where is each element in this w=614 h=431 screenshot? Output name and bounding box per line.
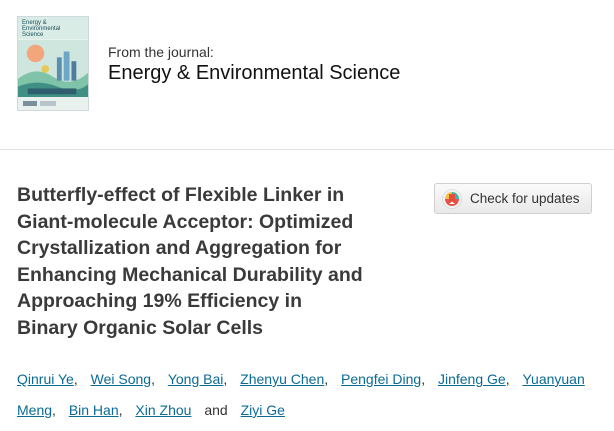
author-separator: , bbox=[324, 371, 329, 387]
author-separator: , bbox=[421, 371, 426, 387]
author-link[interactable]: Xin Zhou bbox=[135, 402, 191, 418]
check-for-updates-button[interactable]: Check for updates bbox=[434, 183, 592, 214]
cover-artwork bbox=[18, 39, 88, 99]
author-separator: , bbox=[505, 371, 510, 387]
author-link[interactable]: Wei Song bbox=[91, 371, 151, 387]
cover-title: Energy & Environmental Science bbox=[22, 20, 61, 38]
cover-footer bbox=[18, 97, 88, 110]
crossmark-icon bbox=[442, 189, 462, 209]
rsc-logo bbox=[23, 101, 37, 106]
title-line: Butterfly-effect of Flexible Linker in bbox=[17, 184, 345, 206]
title-line: Binary Organic Solar Cells bbox=[17, 316, 264, 339]
author-conjunction: and bbox=[204, 402, 228, 418]
author-link[interactable]: Yong Bai bbox=[168, 371, 224, 387]
author-link[interactable]: Bin Han bbox=[69, 402, 119, 418]
from-journal-label: From the journal: bbox=[108, 44, 214, 60]
author-list: Qinrui Ye, Wei Song, Yong Bai, Zhenyu Ch… bbox=[17, 364, 607, 426]
author-link[interactable]: Zhenyu Chen bbox=[240, 371, 324, 387]
author-link-second-part[interactable]: Meng bbox=[17, 402, 52, 418]
author-separator: , bbox=[52, 402, 56, 418]
publisher-logo bbox=[40, 101, 56, 106]
check-for-updates-label: Check for updates bbox=[470, 191, 580, 206]
journal-name-link[interactable]: Energy & Environmental Science bbox=[108, 62, 400, 85]
author-separator: , bbox=[223, 371, 228, 387]
author-link[interactable]: Ziyi Ge bbox=[241, 402, 285, 418]
author-link[interactable]: Pengfei Ding bbox=[341, 371, 421, 387]
author-separator: , bbox=[73, 371, 78, 387]
title-line: Approaching 19% Efficiency in bbox=[17, 290, 302, 312]
header-divider bbox=[0, 149, 614, 150]
journal-header: Energy & Environmental Science From the … bbox=[0, 0, 614, 148]
title-line: Giant-molecule Acceptor: Optimized bbox=[17, 210, 354, 233]
author-link[interactable]: Jinfeng Ge bbox=[438, 371, 506, 387]
author-link-first-part[interactable]: Yuanyuan bbox=[522, 371, 584, 387]
author-line-1: Qinrui Ye, Wei Song, Yong Bai, Zhenyu Ch… bbox=[17, 364, 607, 395]
author-line-2: Meng, Bin Han, Xin Zhou and Ziyi Ge bbox=[17, 395, 607, 426]
article-title: Butterfly-effect of Flexible Linker in G… bbox=[17, 182, 422, 341]
title-line: Enhancing Mechanical Durability and bbox=[17, 263, 363, 286]
title-line: Crystallization and Aggregation for bbox=[17, 237, 342, 259]
journal-cover-image[interactable]: Energy & Environmental Science bbox=[17, 16, 89, 111]
author-separator: , bbox=[151, 371, 155, 387]
author-link[interactable]: Qinrui Ye bbox=[17, 371, 74, 387]
author-separator: , bbox=[118, 402, 123, 418]
